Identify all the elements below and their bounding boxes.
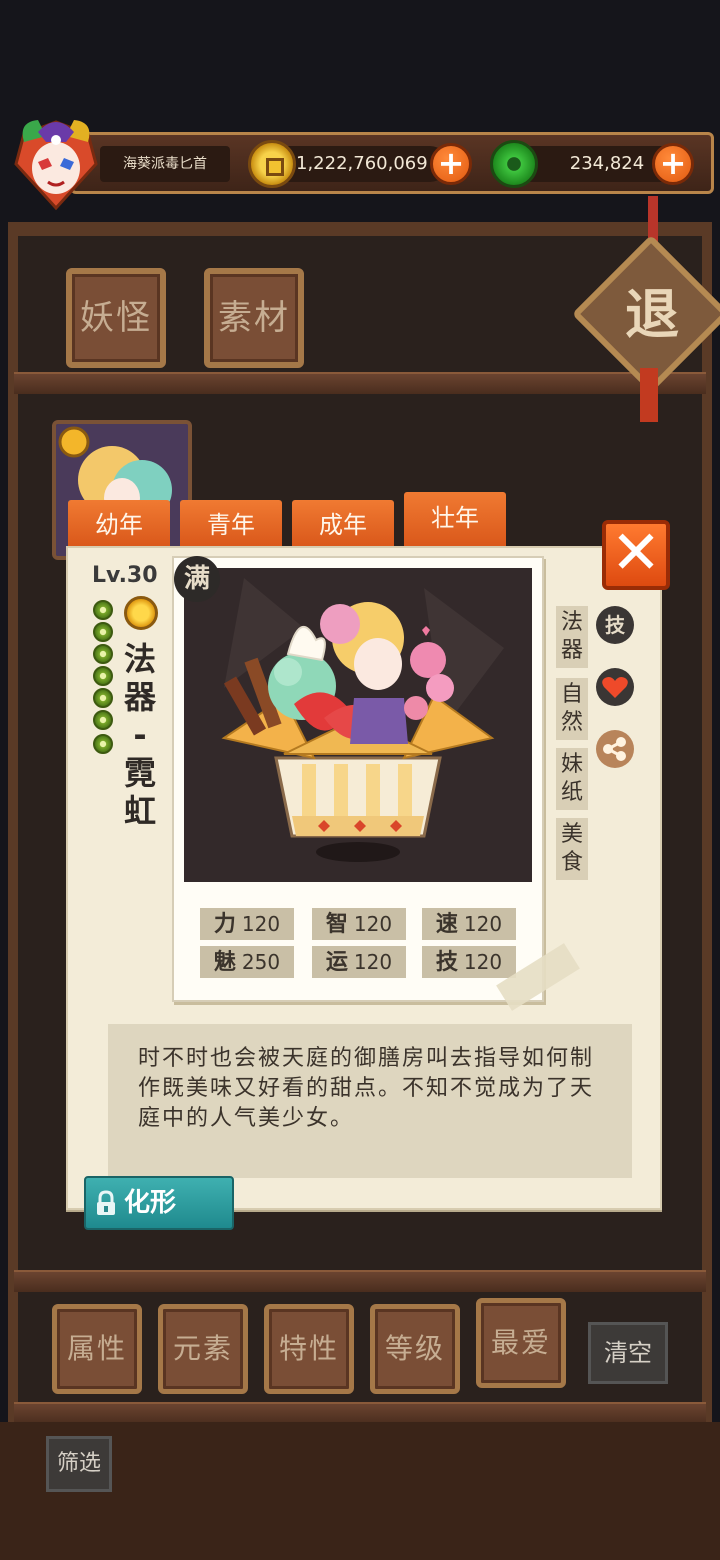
- transform-label: 化形: [124, 1188, 177, 1218]
- age-tab-label: 壮年: [431, 504, 479, 532]
- stat-luck: 运 120: [312, 946, 406, 978]
- monster-description: 时不时也会被天庭的御膳房叫去指导如何制作既美味又好看的甜点。不知不觉成为了天庭中…: [108, 1024, 632, 1178]
- player-avatar[interactable]: [8, 112, 104, 212]
- stat-value: 120: [463, 950, 503, 974]
- max-level-badge: 满: [174, 556, 220, 602]
- skill-button[interactable]: 技: [596, 606, 634, 644]
- buy-coins-button[interactable]: +: [430, 143, 472, 185]
- trait-tag: 美食: [556, 818, 588, 880]
- stat-value: 250: [241, 950, 281, 974]
- plus-icon: +: [437, 144, 465, 182]
- coin-amount: 1,222,760,069: [296, 153, 428, 174]
- stat-label: 技: [435, 950, 458, 975]
- stat-value: 120: [353, 912, 393, 936]
- age-tab-label: 青年: [207, 511, 255, 539]
- stat-value: 120: [241, 912, 281, 936]
- age-tab-label: 成年: [319, 511, 367, 539]
- close-icon: ✕: [610, 518, 662, 588]
- monster-name-char: 虹: [123, 792, 156, 830]
- tab-monsters[interactable]: 妖怪: [66, 268, 166, 368]
- monster-level: Lv.30: [92, 563, 158, 588]
- stat-label: 力: [213, 912, 236, 937]
- filter-tab-element[interactable]: 元素: [158, 1304, 248, 1394]
- sun-icon: [124, 596, 158, 630]
- filter-tab-label: 特性: [278, 1332, 339, 1365]
- favorite-button[interactable]: [596, 668, 634, 706]
- filter-tab-label: 属性: [66, 1332, 127, 1365]
- monster-name-char: 法: [123, 640, 156, 678]
- close-button[interactable]: ✕: [602, 520, 670, 590]
- age-tab-adult[interactable]: 成年: [292, 500, 394, 548]
- jade-amount: 234,824: [569, 153, 645, 174]
- filter-tab-level[interactable]: 等级: [370, 1304, 460, 1394]
- filter-tab-label: 元素: [172, 1332, 233, 1365]
- screen-filter-button[interactable]: 筛选: [46, 1436, 112, 1492]
- filter-tab-attribute[interactable]: 属性: [52, 1304, 142, 1394]
- monster-portrait: [184, 568, 532, 882]
- stat-charm: 魅 250: [200, 946, 294, 978]
- stat-value: 120: [463, 912, 503, 936]
- monster-name-char: -: [133, 716, 147, 754]
- filter-tab-label: 最爱: [490, 1326, 551, 1359]
- shelf-divider: [14, 1270, 706, 1292]
- lock-icon: [94, 1190, 118, 1216]
- stat-intelligence: 智 120: [312, 908, 406, 940]
- grade-dot-icon: [93, 734, 113, 754]
- buy-jade-button[interactable]: +: [652, 143, 694, 185]
- grade-dot-icon: [93, 710, 113, 730]
- age-tab-child[interactable]: 幼年: [68, 500, 170, 548]
- jade-icon: [490, 140, 538, 188]
- tab-materials[interactable]: 素材: [204, 268, 304, 368]
- filter-tab-favorite[interactable]: 最爱: [476, 1298, 566, 1388]
- stat-label: 速: [435, 912, 458, 937]
- share-button[interactable]: [596, 730, 634, 768]
- skill-badge-label: 技: [605, 613, 625, 637]
- monster-name: 法 器 - 霓 虹: [118, 640, 162, 830]
- monster-name-char: 器: [123, 678, 156, 716]
- exit-tassel: [640, 368, 658, 422]
- stat-speed: 速 120: [422, 908, 516, 940]
- grade-dot-icon: [93, 622, 113, 642]
- filter-tab-trait[interactable]: 特性: [264, 1304, 354, 1394]
- tab-monsters-label: 妖怪: [80, 298, 152, 338]
- shelf-divider: [14, 372, 706, 394]
- plus-icon: +: [659, 144, 687, 182]
- player-name[interactable]: 海葵派毒匕首: [100, 146, 230, 182]
- share-icon: [603, 737, 626, 761]
- trait-tag: 法器: [556, 606, 588, 668]
- stat-label: 运: [325, 950, 348, 975]
- stat-strength: 力 120: [200, 908, 294, 940]
- trait-tag: 自然: [556, 678, 588, 740]
- filter-tab-label: 等级: [384, 1332, 445, 1365]
- exit-label: 退: [625, 283, 679, 346]
- grade-dot-icon: [93, 688, 113, 708]
- clear-button[interactable]: 清空: [588, 1322, 668, 1384]
- stat-label: 智: [325, 912, 348, 937]
- stat-label: 魅: [213, 950, 236, 975]
- age-tab-prime[interactable]: 壮年: [404, 492, 506, 548]
- tab-materials-label: 素材: [218, 298, 290, 338]
- heart-icon: [602, 677, 628, 698]
- age-tab-label: 幼年: [95, 511, 143, 539]
- grade-dot-icon: [93, 666, 113, 686]
- stat-value: 120: [353, 950, 393, 974]
- age-tab-youth[interactable]: 青年: [180, 500, 282, 548]
- monster-name-char: 霓: [123, 754, 156, 792]
- grade-dot-icon: [93, 600, 113, 620]
- trait-tag: 妹纸: [556, 748, 588, 810]
- coin-icon: [248, 140, 296, 188]
- grade-dot-icon: [93, 644, 113, 664]
- shelf-divider: [14, 1402, 706, 1424]
- stat-skill: 技 120: [422, 946, 516, 978]
